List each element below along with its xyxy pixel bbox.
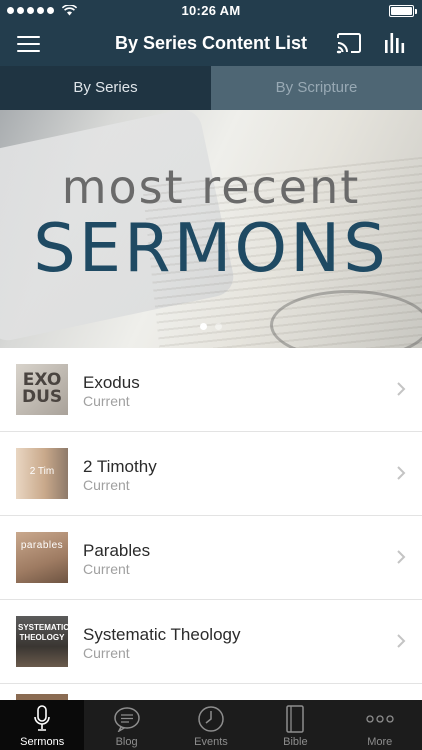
status-time: 10:26 AM	[181, 3, 241, 18]
tab-label: Events	[194, 736, 228, 748]
chevron-right-icon	[397, 634, 406, 648]
chat-bubble-icon	[113, 707, 140, 732]
thumbnail-text: SYSTEMATIC THEOLOGY	[18, 623, 68, 642]
series-title: Systematic Theology	[83, 625, 241, 644]
tab-label: Sermons	[20, 736, 65, 748]
tab-label: More	[367, 736, 393, 748]
series-thumbnail: EXO DUS	[16, 364, 68, 415]
tab-by-series[interactable]: By Series	[0, 66, 211, 110]
list-item[interactable]: parables Parables Current	[0, 516, 422, 600]
page-dot	[215, 323, 222, 330]
series-thumbnail: 2 Tim	[16, 448, 68, 499]
series-title: Parables	[83, 541, 151, 560]
series-status: Current	[83, 645, 130, 661]
series-list: EXO DUS Exodus Current 2 Tim 2 Timothy C…	[0, 348, 422, 700]
chevron-right-icon	[397, 466, 406, 480]
thumbnail-text: 2 Tim	[29, 466, 55, 477]
chevron-right-icon	[397, 382, 406, 396]
tab-label: Blog	[115, 736, 138, 748]
navigation-bar: By Series Content List	[0, 22, 422, 66]
tab-blog[interactable]: Blog	[84, 700, 168, 750]
thumbnail-text: EXO DUS	[22, 370, 63, 407]
list-item[interactable]: EXO DUS Exodus Current	[0, 348, 422, 432]
bottom-tab-bar: Sermons Blog Events Bible More	[0, 700, 422, 750]
microphone-icon	[34, 705, 50, 731]
series-title: 2 Timothy	[83, 457, 157, 476]
thumbnail-text: parables	[20, 540, 64, 551]
series-status: Current	[83, 393, 130, 409]
segmented-control: By Series By Scripture	[0, 66, 422, 110]
tab-by-scripture[interactable]: By Scripture	[211, 66, 422, 110]
tab-sermons[interactable]: Sermons	[0, 700, 85, 750]
status-bar: 10:26 AM	[0, 0, 422, 22]
page-indicator[interactable]	[0, 323, 422, 330]
series-status: Current	[83, 477, 130, 493]
tab-events[interactable]: Events	[169, 700, 253, 750]
tab-label: Bible	[283, 736, 308, 748]
page-dot-active	[200, 323, 207, 330]
ellipsis-icon	[366, 715, 394, 723]
series-thumbnail: SYSTEMATIC THEOLOGY	[16, 616, 68, 667]
book-icon	[286, 705, 305, 733]
series-thumbnail: parables	[16, 532, 68, 583]
clock-icon	[198, 706, 224, 732]
chevron-right-icon	[397, 550, 406, 564]
bar-chart-icon[interactable]	[384, 31, 406, 55]
battery-icon	[389, 5, 417, 17]
tab-bible[interactable]: Bible	[253, 700, 337, 750]
tab-more[interactable]: More	[338, 700, 422, 750]
banner-subtitle: most recent	[61, 160, 361, 214]
series-status: Current	[83, 561, 130, 577]
banner-title: SERMONS	[33, 209, 389, 287]
featured-banner[interactable]: most recent SERMONS	[0, 110, 422, 348]
cast-icon[interactable]	[336, 32, 362, 54]
list-item[interactable]: 2 Tim 2 Timothy Current	[0, 432, 422, 516]
list-item[interactable]: SYSTEMATIC THEOLOGY Systematic Theology …	[0, 600, 422, 684]
series-title: Exodus	[83, 373, 140, 392]
